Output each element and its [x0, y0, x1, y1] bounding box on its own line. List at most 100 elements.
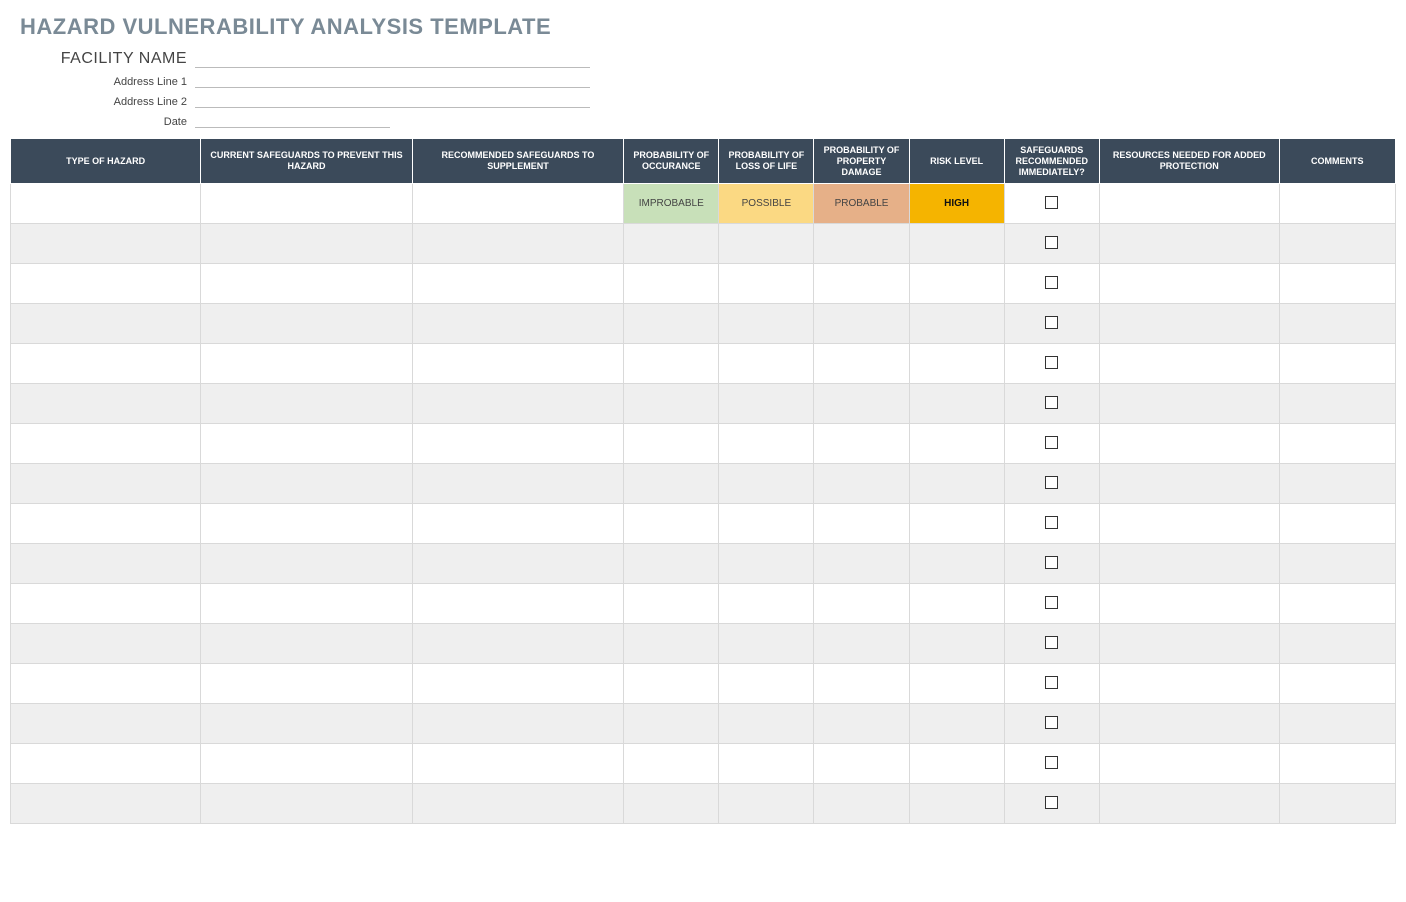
cell-prob-loss-life[interactable] [719, 624, 814, 664]
cell-comments[interactable] [1279, 784, 1395, 824]
checkbox-icon[interactable] [1045, 476, 1058, 489]
checkbox-icon[interactable] [1045, 236, 1058, 249]
checkbox-icon[interactable] [1045, 556, 1058, 569]
cell-resources[interactable] [1099, 624, 1279, 664]
cell-hazard[interactable] [11, 224, 201, 264]
cell-resources[interactable] [1099, 504, 1279, 544]
cell-prob-loss-life[interactable] [719, 424, 814, 464]
cell-prob-property[interactable]: PROBABLE [814, 184, 909, 224]
cell-comments[interactable] [1279, 744, 1395, 784]
cell-resources[interactable] [1099, 744, 1279, 784]
cell-hazard[interactable] [11, 304, 201, 344]
checkbox-icon[interactable] [1045, 276, 1058, 289]
cell-comments[interactable] [1279, 704, 1395, 744]
date-input[interactable] [195, 110, 390, 128]
cell-prob-occurance[interactable] [624, 624, 719, 664]
cell-risk-level[interactable] [909, 784, 1004, 824]
cell-prob-property[interactable] [814, 624, 909, 664]
cell-prob-occurance[interactable]: IMPROBABLE [624, 184, 719, 224]
cell-recommended-safeguards[interactable] [412, 344, 623, 384]
cell-resources[interactable] [1099, 784, 1279, 824]
cell-prob-property[interactable] [814, 464, 909, 504]
cell-current-safeguards[interactable] [201, 464, 412, 504]
cell-comments[interactable] [1279, 584, 1395, 624]
cell-comments[interactable] [1279, 224, 1395, 264]
cell-current-safeguards[interactable] [201, 224, 412, 264]
cell-comments[interactable] [1279, 664, 1395, 704]
cell-comments[interactable] [1279, 184, 1395, 224]
cell-hazard[interactable] [11, 664, 201, 704]
cell-current-safeguards[interactable] [201, 344, 412, 384]
cell-recommended-safeguards[interactable] [412, 504, 623, 544]
cell-risk-level[interactable] [909, 704, 1004, 744]
cell-current-safeguards[interactable] [201, 544, 412, 584]
cell-recommended-safeguards[interactable] [412, 744, 623, 784]
cell-current-safeguards[interactable] [201, 424, 412, 464]
cell-prob-loss-life[interactable] [719, 464, 814, 504]
cell-prob-property[interactable] [814, 704, 909, 744]
cell-resources[interactable] [1099, 544, 1279, 584]
cell-hazard[interactable] [11, 624, 201, 664]
cell-prob-property[interactable] [814, 384, 909, 424]
cell-resources[interactable] [1099, 184, 1279, 224]
cell-hazard[interactable] [11, 704, 201, 744]
cell-risk-level[interactable]: HIGH [909, 184, 1004, 224]
cell-prob-property[interactable] [814, 544, 909, 584]
cell-comments[interactable] [1279, 384, 1395, 424]
cell-prob-property[interactable] [814, 344, 909, 384]
cell-comments[interactable] [1279, 344, 1395, 384]
cell-risk-level[interactable] [909, 624, 1004, 664]
cell-hazard[interactable] [11, 544, 201, 584]
cell-prob-loss-life[interactable] [719, 784, 814, 824]
cell-prob-property[interactable] [814, 304, 909, 344]
cell-prob-occurance[interactable] [624, 264, 719, 304]
cell-prob-loss-life[interactable] [719, 504, 814, 544]
cell-prob-occurance[interactable] [624, 544, 719, 584]
cell-hazard[interactable] [11, 184, 201, 224]
cell-prob-property[interactable] [814, 584, 909, 624]
cell-current-safeguards[interactable] [201, 504, 412, 544]
cell-comments[interactable] [1279, 264, 1395, 304]
cell-prob-property[interactable] [814, 224, 909, 264]
cell-prob-occurance[interactable] [624, 504, 719, 544]
checkbox-icon[interactable] [1045, 636, 1058, 649]
cell-prob-loss-life[interactable] [719, 384, 814, 424]
cell-hazard[interactable] [11, 464, 201, 504]
checkbox-icon[interactable] [1045, 796, 1058, 809]
cell-prob-property[interactable] [814, 264, 909, 304]
cell-risk-level[interactable] [909, 384, 1004, 424]
cell-resources[interactable] [1099, 584, 1279, 624]
cell-prob-occurance[interactable] [624, 744, 719, 784]
cell-prob-property[interactable] [814, 424, 909, 464]
cell-current-safeguards[interactable] [201, 584, 412, 624]
cell-risk-level[interactable] [909, 664, 1004, 704]
cell-risk-level[interactable] [909, 264, 1004, 304]
cell-hazard[interactable] [11, 744, 201, 784]
cell-current-safeguards[interactable] [201, 304, 412, 344]
cell-prob-occurance[interactable] [624, 704, 719, 744]
cell-prob-loss-life[interactable] [719, 664, 814, 704]
cell-recommended-safeguards[interactable] [412, 224, 623, 264]
checkbox-icon[interactable] [1045, 196, 1058, 209]
cell-recommended-safeguards[interactable] [412, 624, 623, 664]
cell-comments[interactable] [1279, 504, 1395, 544]
checkbox-icon[interactable] [1045, 596, 1058, 609]
cell-prob-occurance[interactable] [624, 784, 719, 824]
cell-prob-property[interactable] [814, 784, 909, 824]
cell-recommended-safeguards[interactable] [412, 264, 623, 304]
cell-hazard[interactable] [11, 384, 201, 424]
cell-resources[interactable] [1099, 224, 1279, 264]
cell-risk-level[interactable] [909, 424, 1004, 464]
cell-current-safeguards[interactable] [201, 744, 412, 784]
cell-current-safeguards[interactable] [201, 264, 412, 304]
checkbox-icon[interactable] [1045, 756, 1058, 769]
cell-recommended-safeguards[interactable] [412, 544, 623, 584]
cell-hazard[interactable] [11, 504, 201, 544]
checkbox-icon[interactable] [1045, 396, 1058, 409]
cell-prob-loss-life[interactable] [719, 544, 814, 584]
cell-prob-loss-life[interactable] [719, 704, 814, 744]
cell-current-safeguards[interactable] [201, 624, 412, 664]
cell-prob-occurance[interactable] [624, 464, 719, 504]
cell-recommended-safeguards[interactable] [412, 384, 623, 424]
cell-current-safeguards[interactable] [201, 704, 412, 744]
